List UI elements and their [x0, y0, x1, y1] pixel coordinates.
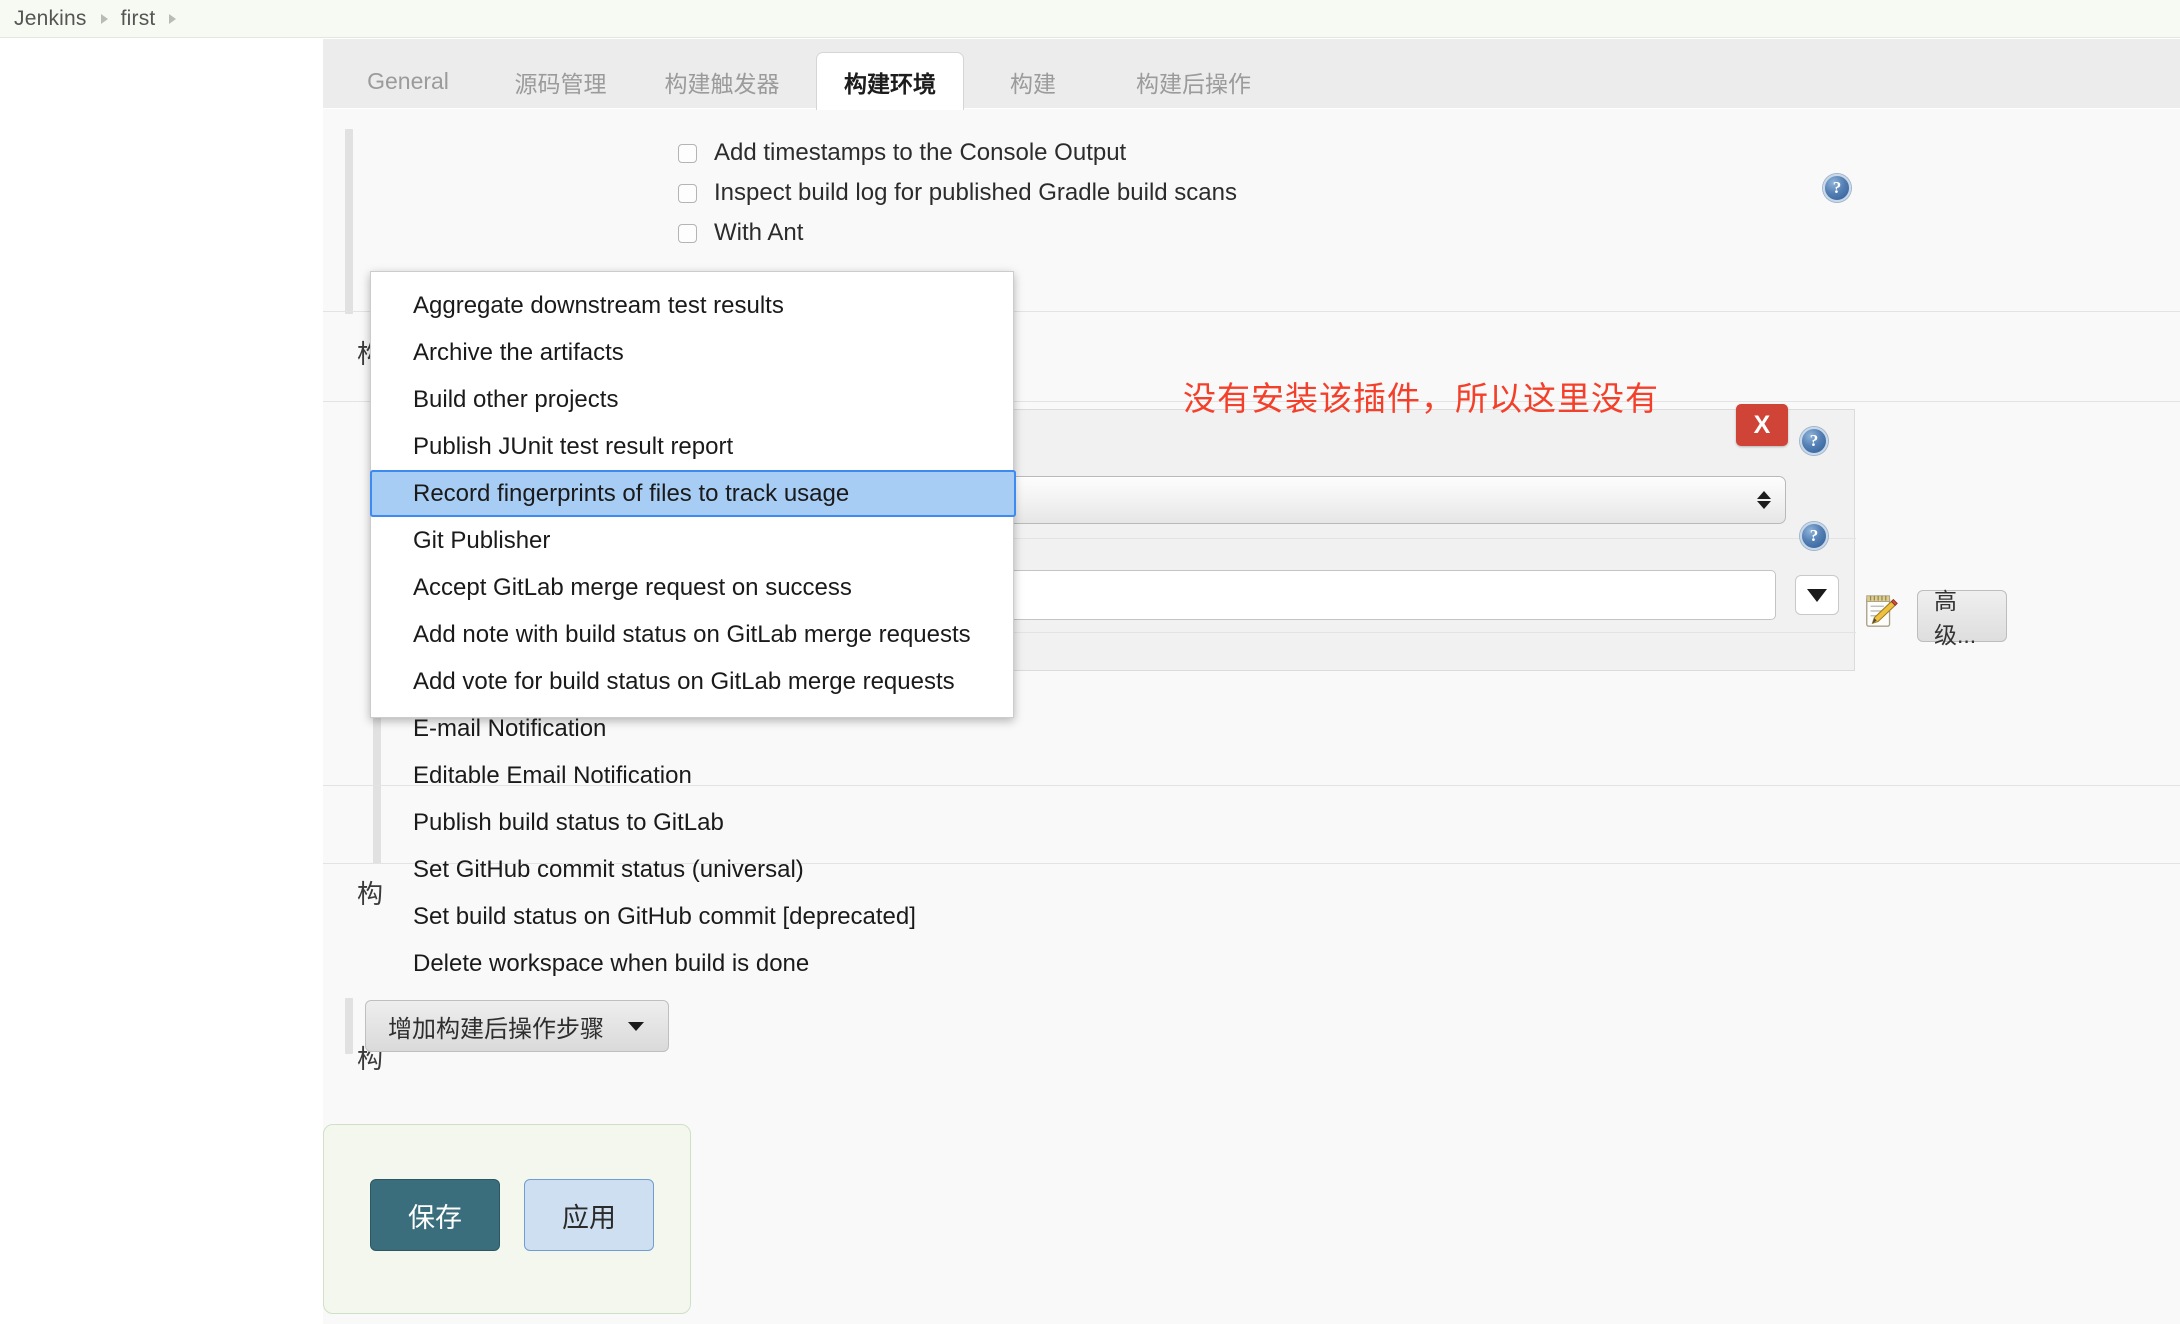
select-spinner-icon: [1757, 491, 1771, 509]
tab-build[interactable]: 构建: [978, 54, 1088, 109]
tab-scm[interactable]: 源码管理: [493, 54, 628, 109]
left-sidebar: [0, 39, 323, 1324]
checkbox-row-with-ant[interactable]: With Ant: [678, 216, 803, 250]
dropdown-item-add-note-gitlab-mr[interactable]: Add note with build status on GitLab mer…: [371, 611, 1013, 658]
breadcrumb-item-jenkins[interactable]: Jenkins: [14, 7, 87, 31]
save-button[interactable]: 保存: [370, 1179, 500, 1251]
checkbox-with-ant[interactable]: [678, 223, 697, 243]
add-post-build-step-button[interactable]: 增加构建后操作步骤: [365, 1000, 669, 1052]
checkbox-row-gradle-scans[interactable]: Inspect build log for published Gradle b…: [678, 176, 1237, 210]
combo-toggle-button[interactable]: [1795, 575, 1839, 615]
tab-build-triggers[interactable]: 构建触发器: [637, 54, 807, 109]
dropdown-item-accept-gitlab-mr[interactable]: Accept GitLab merge request on success: [371, 564, 1013, 611]
add-step-rail: [345, 998, 353, 1054]
checkbox-gradle-scans[interactable]: [678, 183, 697, 203]
checkbox-row-timestamps[interactable]: Add timestamps to the Console Output: [678, 136, 1126, 170]
checkbox-timestamps[interactable]: [678, 143, 697, 163]
section-rail-build-env: [345, 129, 353, 314]
add-post-build-step-label: 增加构建后操作步骤: [388, 1015, 604, 1043]
dropdown-item-email-notification[interactable]: E-mail Notification: [371, 705, 1013, 752]
dropdown-item-git-publisher[interactable]: Git Publisher: [371, 517, 1013, 564]
dropdown-item-editable-email[interactable]: Editable Email Notification: [371, 752, 1013, 799]
config-tab-bar: General 源码管理 构建触发器 构建环境 构建 构建后操作: [323, 39, 2180, 110]
tab-build-environment[interactable]: 构建环境: [816, 52, 964, 110]
help-icon-build-env[interactable]: ?: [1823, 174, 1851, 202]
dropdown-item-github-commit-deprecated[interactable]: Set build status on GitHub commit [depre…: [371, 893, 1013, 940]
tab-general[interactable]: General: [348, 54, 468, 109]
breadcrumb: Jenkins first: [0, 0, 2180, 38]
apply-button[interactable]: 应用: [524, 1179, 654, 1251]
dropdown-item-publish-junit[interactable]: Publish JUnit test result report: [371, 423, 1013, 470]
caret-down-icon: [626, 1012, 646, 1040]
dropdown-item-publish-status-gitlab[interactable]: Publish build status to GitLab: [371, 799, 1013, 846]
annotation-text: 没有安装该插件，所以这里没有: [1183, 379, 1659, 418]
dropdown-item-delete-workspace[interactable]: Delete workspace when build is done: [371, 940, 1013, 987]
triangle-right-icon-2: [155, 10, 189, 27]
save-bar: 保存 应用: [323, 1124, 691, 1314]
triangle-down-icon: [1807, 588, 1827, 602]
delete-publisher-button[interactable]: X: [1736, 404, 1788, 446]
advanced-button[interactable]: 高级...: [1917, 588, 2007, 648]
dropdown-item-aggregate-downstream[interactable]: Aggregate downstream test results: [371, 282, 1013, 329]
breadcrumb-item-first[interactable]: first: [121, 7, 156, 31]
dropdown-item-archive-artifacts[interactable]: Archive the artifacts: [371, 329, 1013, 376]
dropdown-item-github-commit-status[interactable]: Set GitHub commit status (universal): [371, 846, 1013, 893]
checkbox-timestamps-label: Add timestamps to the Console Output: [714, 139, 1127, 166]
triangle-up-icon: [1757, 491, 1771, 499]
triangle-right-icon: [87, 10, 121, 27]
checkbox-gradle-scans-label: Inspect build log for published Gradle b…: [714, 179, 1237, 206]
notepad-pencil-icon: [1866, 595, 1898, 627]
tab-post-build[interactable]: 构建后操作: [1101, 54, 1286, 109]
publisher-dropdown-menu[interactable]: Aggregate downstream test results Archiv…: [370, 271, 1016, 977]
help-icon-publisher-1[interactable]: ?: [1800, 427, 1828, 455]
triangle-down-icon: [1757, 501, 1771, 509]
help-icon-publisher-2[interactable]: ?: [1800, 522, 1828, 550]
dropdown-item-build-other-projects[interactable]: Build other projects: [371, 376, 1013, 423]
dropdown-item-record-fingerprints[interactable]: Record fingerprints of files to track us…: [370, 470, 1016, 517]
dropdown-item-add-vote-gitlab-mr[interactable]: Add vote for build status on GitLab merg…: [371, 658, 1013, 705]
checkbox-with-ant-label: With Ant: [714, 219, 804, 246]
